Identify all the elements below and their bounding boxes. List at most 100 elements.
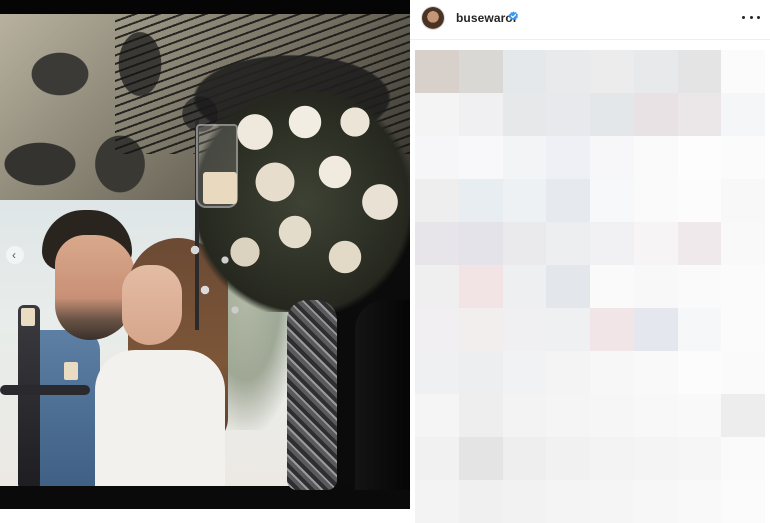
pixel-block xyxy=(458,308,503,351)
pixel-block xyxy=(546,351,590,394)
pixel-block xyxy=(721,480,765,523)
pixel-block xyxy=(415,308,459,351)
pixel-block xyxy=(633,480,678,523)
bride-figure xyxy=(95,350,225,490)
pixel-block xyxy=(721,222,765,265)
foreground-shadow xyxy=(355,300,410,490)
pixel-block xyxy=(546,308,590,351)
pixel-block xyxy=(633,308,678,351)
pixel-block xyxy=(677,308,722,351)
pixel-block xyxy=(590,394,634,437)
more-dot xyxy=(749,15,753,19)
pixel-block xyxy=(458,179,503,222)
pixel-block xyxy=(590,480,634,523)
candle-stand xyxy=(18,305,40,490)
pixel-block xyxy=(721,308,765,351)
pixel-block xyxy=(677,93,722,136)
pixel-block xyxy=(502,480,547,523)
pixel-block xyxy=(458,437,503,480)
pixel-block xyxy=(633,351,678,394)
bride-face xyxy=(122,265,182,345)
carousel-prev-button[interactable]: ‹ xyxy=(6,246,24,264)
pixel-block xyxy=(546,50,590,93)
pixel-block xyxy=(546,265,590,308)
pixel-block xyxy=(546,437,590,480)
pixel-block xyxy=(502,437,547,480)
pixel-block xyxy=(721,394,765,437)
pixel-block xyxy=(721,179,765,222)
pixel-block xyxy=(458,136,503,179)
pixel-block xyxy=(502,93,547,136)
pixel-block xyxy=(546,179,590,222)
pixel-block xyxy=(677,179,722,222)
pixel-block xyxy=(458,50,503,93)
pixel-block xyxy=(633,394,678,437)
post-sidebar: busewarol xyxy=(410,0,770,523)
pixel-block xyxy=(458,93,503,136)
pixel-block xyxy=(502,222,547,265)
post-header: busewarol xyxy=(410,0,770,40)
pixel-block xyxy=(546,136,590,179)
mosaic-vase xyxy=(287,300,337,490)
pixel-block xyxy=(458,351,503,394)
avatar[interactable] xyxy=(422,7,444,29)
verified-badge-icon xyxy=(509,11,518,21)
pixel-block xyxy=(458,394,503,437)
pixel-block xyxy=(415,50,459,93)
candle xyxy=(64,362,78,380)
crystal-garland xyxy=(175,230,255,330)
pixel-block xyxy=(502,136,547,179)
pixel-block xyxy=(415,265,459,308)
pixel-block xyxy=(590,50,634,93)
more-dot xyxy=(742,15,745,19)
pixel-block xyxy=(633,222,678,265)
pixel-block xyxy=(590,351,634,394)
pixel-block xyxy=(677,394,722,437)
pillar-candle xyxy=(203,172,237,204)
pixel-block xyxy=(502,50,547,93)
pixel-block xyxy=(415,179,459,222)
pixel-block xyxy=(415,437,459,480)
pixel-block xyxy=(677,136,722,179)
pixel-block xyxy=(415,136,459,179)
pixel-block xyxy=(677,222,722,265)
photo-bottom-border xyxy=(0,486,410,509)
pixel-block xyxy=(633,437,678,480)
pixel-block xyxy=(415,394,459,437)
pixel-block xyxy=(721,437,765,480)
pixel-block xyxy=(677,265,722,308)
pixel-block xyxy=(415,480,459,523)
pixel-block xyxy=(590,179,634,222)
more-options-icon[interactable] xyxy=(742,10,760,24)
pixel-block xyxy=(502,179,547,222)
candle-stand-arm xyxy=(0,385,90,395)
pixelated-content xyxy=(415,50,765,523)
pixel-block xyxy=(502,308,547,351)
pixel-block xyxy=(546,394,590,437)
pixel-block xyxy=(546,93,590,136)
instagram-post: ‹ busewarol xyxy=(0,0,770,523)
pixel-block xyxy=(633,179,678,222)
pixel-block xyxy=(677,50,722,93)
pixel-block xyxy=(633,93,678,136)
pixel-block xyxy=(502,394,547,437)
pixel-block xyxy=(633,50,678,93)
pixel-block xyxy=(721,265,765,308)
pixel-block xyxy=(590,93,634,136)
photo-top-border xyxy=(0,0,410,14)
pixel-block xyxy=(590,222,634,265)
pixel-block xyxy=(721,351,765,394)
post-photo[interactable]: ‹ xyxy=(0,0,410,509)
pixel-block xyxy=(502,265,547,308)
pixel-block xyxy=(677,351,722,394)
pixel-block xyxy=(546,222,590,265)
pixel-block xyxy=(590,136,634,179)
pixel-block xyxy=(458,222,503,265)
pixel-block xyxy=(590,437,634,480)
pixel-block xyxy=(590,265,634,308)
chevron-left-icon: ‹ xyxy=(12,248,16,262)
pixel-block xyxy=(458,480,503,523)
pixel-block xyxy=(721,93,765,136)
pixel-block xyxy=(590,308,634,351)
more-dot xyxy=(757,15,760,19)
